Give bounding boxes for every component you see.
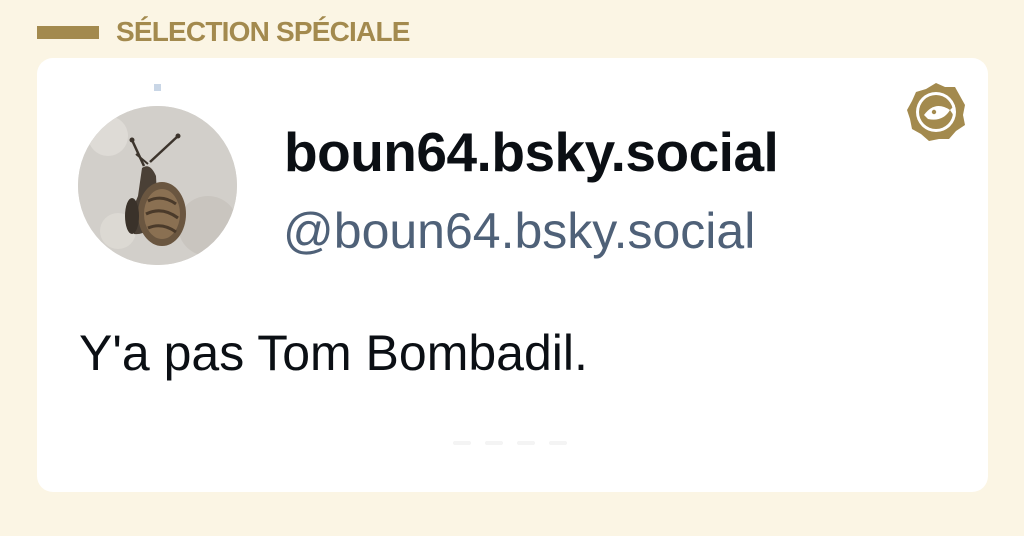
snail-avatar-image xyxy=(78,106,237,265)
post-card[interactable]: boun64.bsky.social @boun64.bsky.social Y… xyxy=(37,58,988,492)
decorative-dots xyxy=(453,441,567,445)
post-text: Y'a pas Tom Bombadil. xyxy=(79,325,588,381)
avatar[interactable] xyxy=(78,106,237,265)
section-header: SÉLECTION SPÉCIALE xyxy=(37,12,410,52)
user-handle[interactable]: @boun64.bsky.social xyxy=(283,202,755,260)
decorative-speck xyxy=(154,84,161,91)
display-name[interactable]: boun64.bsky.social xyxy=(284,120,779,184)
section-label: SÉLECTION SPÉCIALE xyxy=(116,16,410,47)
header-accent-bar xyxy=(37,25,99,39)
fish-seal-badge-icon xyxy=(905,81,967,143)
